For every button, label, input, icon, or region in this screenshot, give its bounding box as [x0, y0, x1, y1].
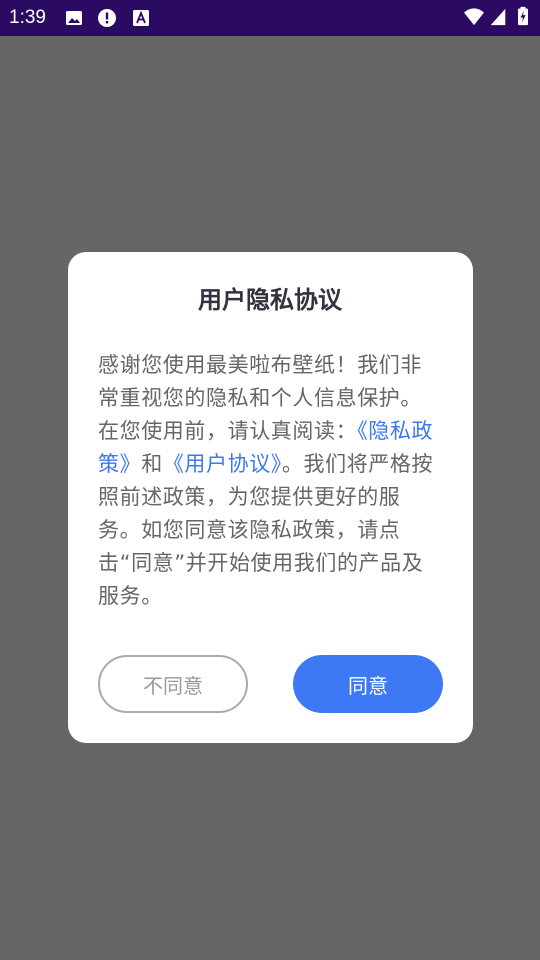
- agree-button[interactable]: 同意: [293, 655, 443, 713]
- wifi-icon: [464, 8, 484, 26]
- disagree-button[interactable]: 不同意: [98, 655, 248, 713]
- alert-icon: [98, 9, 116, 27]
- signal-icon: [490, 8, 506, 26]
- user-agreement-link[interactable]: 《用户协议》: [163, 452, 282, 476]
- status-bar: 1:39: [0, 0, 540, 36]
- dialog-body: 感谢您使用最美啦布壁纸！我们非常重视您的隐私和个人信息保护。在您使用前，请认真阅…: [98, 349, 443, 613]
- status-time: 1:39: [9, 7, 46, 28]
- body-text-and: 和: [141, 452, 163, 476]
- font-icon: [133, 10, 149, 26]
- battery-charging-icon: [518, 6, 528, 26]
- image-icon: [66, 11, 82, 25]
- dialog-title: 用户隐私协议: [198, 286, 342, 314]
- screen: 1:39 用户隐私协议 感谢您使用最美啦布壁纸！我们非常重视您的隐私和个人信息保…: [0, 0, 540, 960]
